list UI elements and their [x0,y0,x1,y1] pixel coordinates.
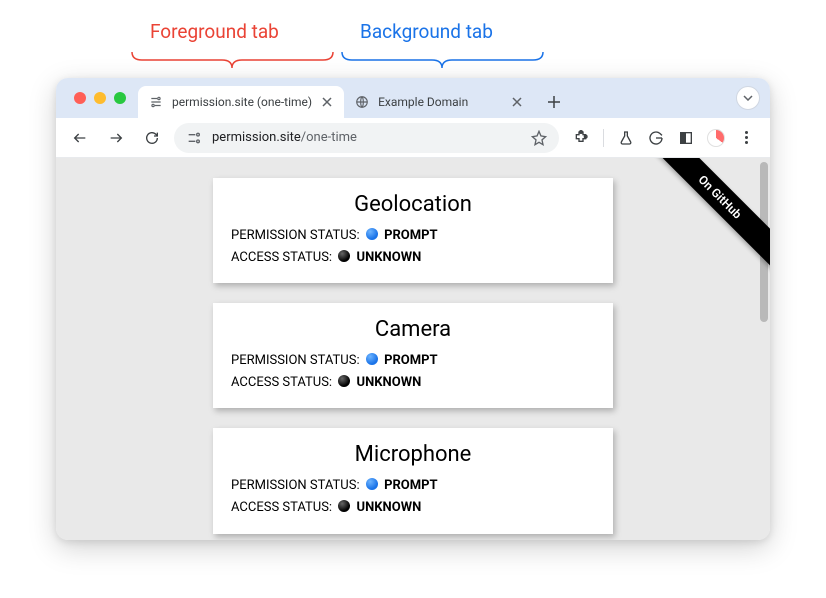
permission-cards: Geolocation PERMISSION STATUS: PROMPT AC… [56,158,770,540]
kebab-menu-icon[interactable] [736,128,756,148]
tab-foreground[interactable]: permission.site (one-time) [138,86,344,118]
permission-status-label: PERMISSION STATUS: [231,478,360,493]
permission-status-row: PERMISSION STATUS: PROMPT [231,475,595,497]
browser-window: permission.site (one-time) Example Domai… [56,78,770,540]
access-status-label: ACCESS STATUS: [231,375,332,390]
access-status-row: ACCESS STATUS: UNKNOWN [231,247,595,269]
minimize-window-button[interactable] [94,92,106,104]
url-host: permission.site [212,130,301,145]
status-dot-icon [338,500,350,512]
card-title: Geolocation [231,192,595,217]
status-dot-icon [338,375,350,387]
tab-strip: permission.site (one-time) Example Domai… [56,78,770,118]
access-status-label: ACCESS STATUS: [231,250,332,265]
new-tab-button[interactable] [540,88,568,116]
labs-icon[interactable] [616,128,636,148]
status-dot-icon [338,250,350,262]
close-tab-icon[interactable] [320,95,334,109]
permission-status-row: PERMISSION STATUS: PROMPT [231,350,595,372]
reader-icon[interactable] [676,128,696,148]
tabs: permission.site (one-time) Example Domai… [138,78,568,118]
access-status-label: ACCESS STATUS: [231,500,332,515]
reload-button[interactable] [138,124,166,152]
status-dot-icon [366,478,378,490]
permission-status-label: PERMISSION STATUS: [231,228,360,243]
annotation-foreground: Foreground tab [150,20,279,43]
extensions-icon[interactable] [571,128,591,148]
google-icon[interactable] [646,128,666,148]
globe-icon [354,94,370,110]
annotation-background: Background tab [360,20,493,43]
card-camera: Camera PERMISSION STATUS: PROMPT ACCESS … [213,303,613,408]
url-text: permission.site/one-time [212,130,521,145]
tab-background[interactable]: Example Domain [344,86,534,118]
access-status-value: UNKNOWN [357,250,422,265]
card-title: Microphone [231,442,595,467]
access-status-row: ACCESS STATUS: UNKNOWN [231,372,595,394]
card-microphone: Microphone PERMISSION STATUS: PROMPT ACC… [213,428,613,533]
access-status-value: UNKNOWN [357,375,422,390]
permission-status-value: PROMPT [384,478,438,493]
back-button[interactable] [66,124,94,152]
access-status-value: UNKNOWN [357,500,422,515]
toolbar-separator [603,129,604,147]
window-expand-button[interactable] [736,86,760,110]
close-tab-icon[interactable] [510,95,524,109]
omnibox[interactable]: permission.site/one-time [174,123,559,153]
permission-status-value: PROMPT [384,228,438,243]
extension-icons [567,128,760,148]
fullscreen-window-button[interactable] [114,92,126,104]
brace-background [340,50,545,70]
profile-avatar[interactable] [706,128,726,148]
permission-status-label: PERMISSION STATUS: [231,353,360,368]
card-title: Camera [231,317,595,342]
permission-status-value: PROMPT [384,353,438,368]
site-settings-icon[interactable] [186,130,202,146]
bookmark-star-icon[interactable] [531,130,547,146]
tab-title: Example Domain [378,95,502,109]
url-path: /one-time [301,130,357,145]
close-window-button[interactable] [74,92,86,104]
status-dot-icon [366,228,378,240]
status-dot-icon [366,353,378,365]
page-content: On GitHub Geolocation PERMISSION STATUS:… [56,158,770,540]
permission-status-row: PERMISSION STATUS: PROMPT [231,225,595,247]
tune-icon [148,94,164,110]
brace-foreground [130,50,335,70]
access-status-row: ACCESS STATUS: UNKNOWN [231,497,595,519]
card-geolocation: Geolocation PERMISSION STATUS: PROMPT AC… [213,178,613,283]
window-controls [68,78,138,118]
tab-title: permission.site (one-time) [172,95,312,109]
toolbar: permission.site/one-time [56,118,770,158]
forward-button[interactable] [102,124,130,152]
